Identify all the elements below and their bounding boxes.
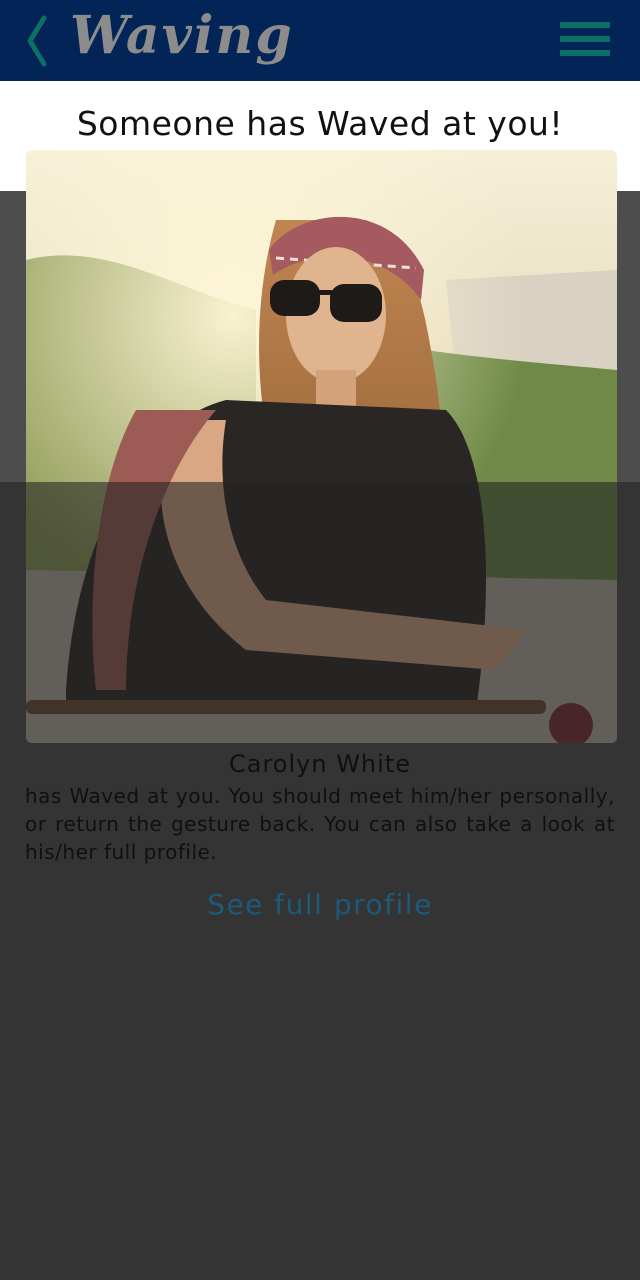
see-full-profile-link[interactable]: See full profile (0, 888, 640, 921)
back-chevron-icon[interactable] (22, 14, 56, 68)
wave-headline: Someone has Waved at you! (76, 104, 564, 143)
hamburger-menu-icon[interactable] (560, 22, 610, 60)
app-header: Waving (0, 0, 640, 81)
profile-photo[interactable] (26, 150, 617, 743)
profile-name: Carolyn White (229, 750, 411, 778)
page-title: Waving (70, 5, 294, 66)
wave-message: has Waved at you. You should meet him/he… (25, 784, 615, 864)
